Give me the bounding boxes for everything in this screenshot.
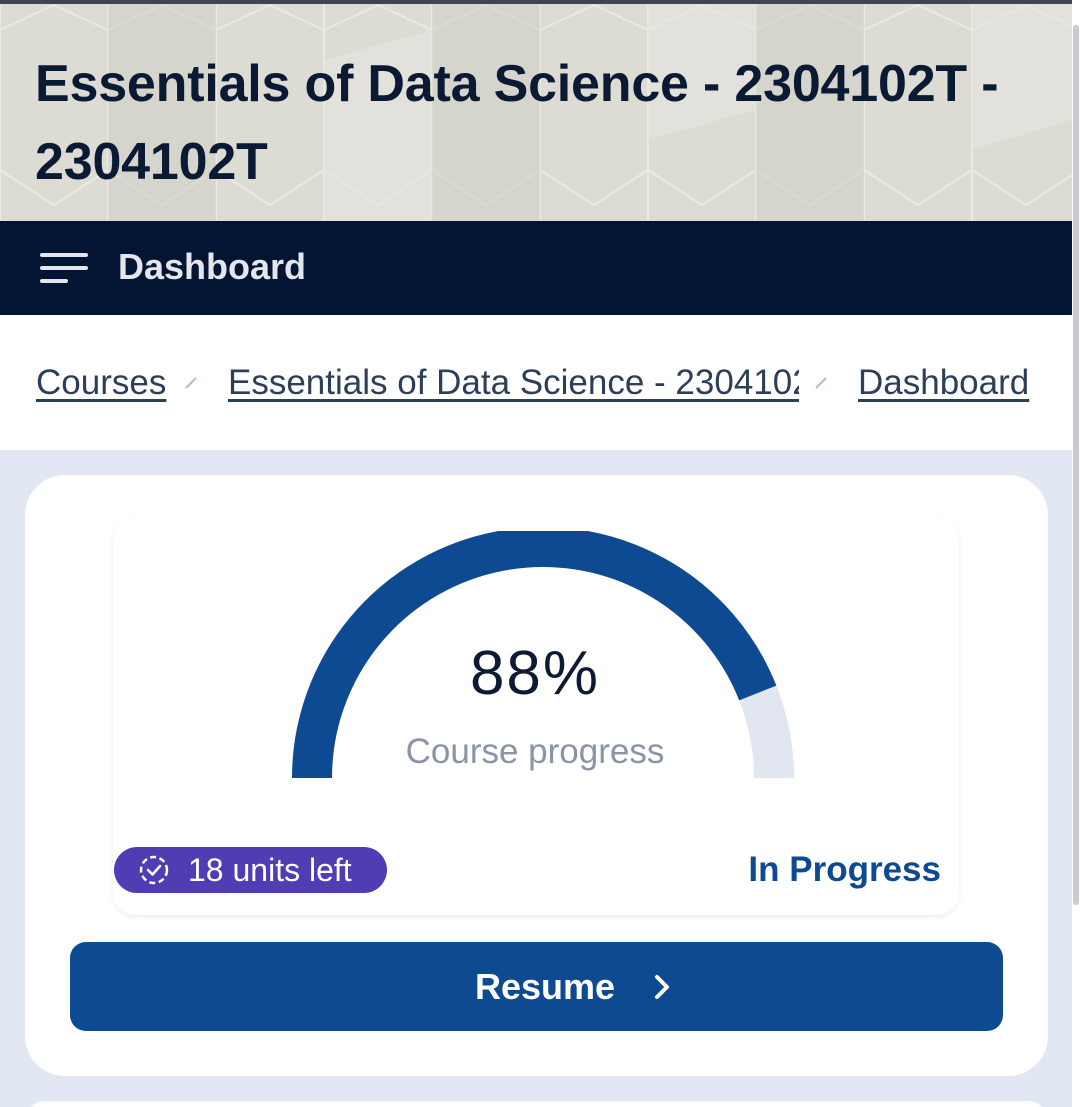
units-left-text: 18 units left (188, 852, 352, 888)
slash-separator-icon (185, 377, 197, 389)
next-card (25, 1101, 1048, 1107)
course-progress-card: 88% Course progress 18 units left In Pro… (25, 475, 1048, 1076)
breadcrumb-course-link[interactable]: Essentials of Data Science - 2304102T (228, 361, 799, 405)
units-left-badge: 18 units left (114, 847, 387, 893)
breadcrumb-dashboard-link[interactable]: Dashboard (858, 361, 1039, 405)
course-title: Essentials of Data Science - 2304102T - … (35, 55, 999, 191)
nav-title: Dashboard (118, 246, 307, 287)
top-navbar: Dashboard (0, 221, 1072, 315)
dashed-circle-check-icon (139, 855, 169, 885)
resume-button[interactable]: Resume (70, 942, 1003, 1031)
breadcrumb-courses-link[interactable]: Courses (36, 361, 170, 405)
breadcrumb: Courses Essentials of Data Science - 230… (0, 315, 1072, 450)
course-status: In Progress (748, 850, 941, 889)
progress-percent: 88% (469, 639, 601, 708)
resume-label: Resume (475, 966, 616, 1007)
top-border (0, 0, 1072, 4)
course-header: Essentials of Data Science - 2304102T - … (0, 0, 1072, 221)
slash-separator-icon (815, 377, 827, 389)
scrollbar-thumb[interactable] (1073, 25, 1079, 905)
hamburger-menu-icon[interactable] (38, 249, 90, 285)
progress-panel: 88% Course progress 18 units left In Pro… (113, 517, 959, 915)
progress-label: Course progress (405, 732, 665, 771)
page: Essentials of Data Science - 2304102T - … (0, 0, 1080, 1107)
chevron-right-icon (655, 975, 669, 999)
